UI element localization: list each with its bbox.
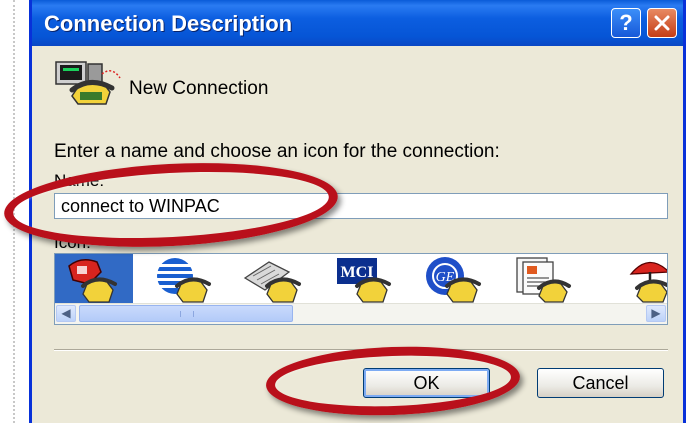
scroll-thumb[interactable]: [79, 305, 293, 322]
scroll-right-button[interactable]: ▶: [646, 305, 666, 322]
icon-picker-list[interactable]: MCI GE ◀ ▶: [54, 253, 668, 325]
arrow-left-icon: ◀: [61, 306, 71, 320]
help-button[interactable]: ?: [611, 8, 641, 38]
close-icon: [654, 15, 670, 31]
grip-icon: [180, 311, 194, 317]
document-phone-icon[interactable]: [505, 254, 583, 304]
mci-phone-icon[interactable]: MCI: [325, 254, 403, 304]
cancel-button[interactable]: Cancel: [537, 368, 664, 398]
fax-phone-icon[interactable]: [235, 254, 313, 304]
new-connection-phone-icon: [55, 61, 121, 105]
connection-type-label: New Connection: [129, 78, 269, 99]
title-bar[interactable]: Connection Description ?: [32, 0, 683, 46]
window-title: Connection Description: [44, 11, 293, 36]
arrow-right-icon: ▶: [651, 306, 661, 320]
close-button[interactable]: [647, 8, 677, 38]
horizontal-scrollbar[interactable]: ◀ ▶: [55, 303, 667, 324]
ge-globe-phone-icon[interactable]: GE: [415, 254, 493, 304]
red-phone-icon[interactable]: [55, 254, 133, 304]
instruction-text: Enter a name and choose an icon for the …: [54, 141, 500, 162]
scroll-left-button[interactable]: ◀: [56, 305, 76, 322]
globe-stripes-phone-icon[interactable]: [145, 254, 223, 304]
umbrella-phone-icon[interactable]: [595, 254, 667, 304]
